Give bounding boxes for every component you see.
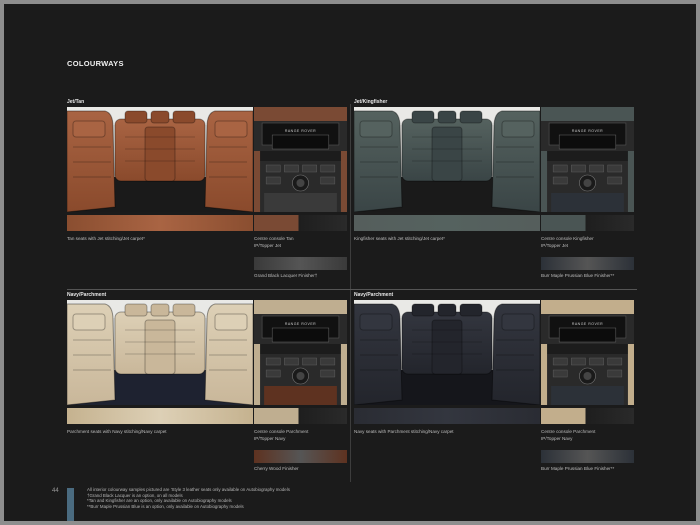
- footer-accent-bar: [67, 488, 74, 521]
- seat-image: [354, 107, 540, 212]
- seat-caption: Kingfisher seats with Jet stitching/Jet …: [354, 236, 445, 241]
- console-caption-line: IP/Topper Navy: [541, 435, 573, 441]
- console-caption-line: IP/Topper Navy: [254, 435, 286, 441]
- seat-caption: Parchment seats with Navy stitching/Navy…: [67, 429, 167, 434]
- console-caption-line: IP/Topper Jet: [541, 242, 569, 248]
- seat-image: [67, 107, 253, 212]
- footnote: **Burr Maple Prussian Blue is an option,…: [87, 503, 244, 509]
- finish-caption: Cherry Wood Finisher: [254, 466, 299, 471]
- console-image: RANGE ROVER: [541, 107, 634, 212]
- colourway-name: Jet/Kingfisher: [354, 99, 388, 105]
- console-swatch-strip: [541, 215, 634, 231]
- column-divider: [350, 104, 351, 482]
- seat-swatch-strip: [354, 215, 540, 231]
- seat-swatch-strip: [354, 408, 540, 424]
- console-caption-line: IP/Topper Jet: [254, 242, 282, 248]
- brand-badge: RANGE ROVER: [571, 129, 604, 133]
- console-caption: Centre console Kingfisher IP/Topper Jet: [541, 236, 636, 249]
- finish-swatch: [254, 450, 347, 463]
- console-caption: Centre console Tan IP/Topper Jet: [254, 236, 349, 249]
- seat-swatch-strip: [67, 408, 253, 424]
- footnotes: All interior colourway samples pictured …: [87, 487, 290, 509]
- finish-swatch: [254, 257, 347, 270]
- console-image: RANGE ROVER: [541, 300, 634, 405]
- colourway-name: Navy/Parchment: [354, 292, 394, 298]
- brand-badge: RANGE ROVER: [571, 322, 604, 326]
- footnote: All interior colourway samples pictured …: [87, 487, 290, 492]
- console-swatch-strip: [254, 408, 347, 424]
- seat-image: [67, 300, 253, 405]
- finish-caption: Grand Black Lacquer Finisher†: [254, 273, 318, 278]
- console-swatch-strip: [541, 408, 634, 424]
- page-title: COLOURWAYS: [67, 59, 124, 68]
- finish-swatch: [541, 257, 634, 270]
- colourway-name: Jet/Tan: [67, 99, 85, 105]
- finish-caption: Burr Maple Prussian Blue Finisher**: [541, 273, 615, 278]
- brand-badge: RANGE ROVER: [284, 322, 317, 326]
- seat-image: [354, 300, 540, 405]
- brochure-page: COLOURWAYS Jet/Tan RANGE ROVER Tan seats…: [4, 4, 696, 521]
- seat-caption: Navy seats with Parchment stitching/Navy…: [354, 429, 454, 434]
- page-number: 44: [52, 488, 59, 494]
- seat-caption: Tan seats with Jet stitching/Jet carpet*: [67, 236, 145, 241]
- brand-badge: RANGE ROVER: [284, 129, 317, 133]
- console-image: RANGE ROVER: [254, 300, 347, 405]
- console-image: RANGE ROVER: [254, 107, 347, 212]
- console-caption: Centre console Parchment IP/Topper Navy: [541, 429, 636, 442]
- row-divider: [67, 289, 637, 290]
- console-swatch-strip: [254, 215, 347, 231]
- console-caption: Centre console Parchment IP/Topper Navy: [254, 429, 349, 442]
- finish-swatch: [541, 450, 634, 463]
- seat-swatch-strip: [67, 215, 253, 231]
- finish-caption: Burr Maple Prussian Blue Finisher**: [541, 466, 615, 471]
- colourway-name: Navy/Parchment: [67, 292, 107, 298]
